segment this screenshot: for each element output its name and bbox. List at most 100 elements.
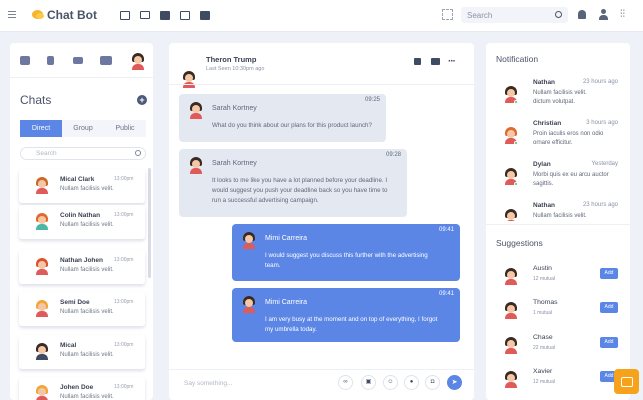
emoji-icon[interactable]: ☺ xyxy=(383,375,398,390)
notification-name: Nathan xyxy=(533,202,556,209)
notification-text: Nullam facilisis velit. dictum volutpat. xyxy=(533,90,587,105)
message-text: my umbrella today. xyxy=(265,326,317,333)
message-time: 09:41 xyxy=(438,227,454,233)
mutual-count: 12 mutual xyxy=(533,379,555,385)
menu-icon[interactable] xyxy=(8,11,16,18)
suggestion-name: Xavier xyxy=(533,368,553,375)
mutual-count: 12 mutual xyxy=(533,276,555,282)
chat-list-item[interactable]: Mical Clark Nullam facilisis velit. 13:0… xyxy=(19,169,145,203)
notification-name: Nathan xyxy=(533,79,556,86)
notification-text: Proin iaculis eros non odio ornare effici… xyxy=(533,131,604,146)
suggestion-name: Chase xyxy=(533,334,553,341)
mail-icon[interactable] xyxy=(140,11,150,19)
send-button[interactable]: ➤ xyxy=(447,375,462,390)
message-sender: Sarah Kortney xyxy=(212,160,257,167)
microphone-icon[interactable]: ● xyxy=(404,375,419,390)
chat-bubbles-icon[interactable] xyxy=(20,56,30,65)
users-icon[interactable] xyxy=(100,56,112,65)
avatar xyxy=(35,343,49,360)
link-icon[interactable]: ∞ xyxy=(338,375,353,390)
avatar xyxy=(35,385,49,400)
notification-text: Nullam facilisis velit. xyxy=(533,213,587,219)
message-text: What do you think about our plans for th… xyxy=(212,122,372,129)
search-icon[interactable] xyxy=(135,150,141,156)
message-text: would suggest you push your deadline bac… xyxy=(212,187,388,194)
chats-title: Chats xyxy=(20,93,52,107)
notification-item[interactable]: Nathan 23 hours ago Nullam facilisis vel… xyxy=(496,201,630,221)
divider xyxy=(169,84,474,85)
user-icon[interactable] xyxy=(599,9,608,20)
notification-item[interactable]: Dylan Yesterday Morbi quis ex eu arcu au… xyxy=(496,160,630,198)
suggestion-item: Thomas 1 mutual Add xyxy=(496,296,630,331)
chat-list-scrollbar[interactable] xyxy=(148,168,151,278)
video-icon[interactable] xyxy=(431,58,440,65)
add-friend-button[interactable]: Add xyxy=(600,337,618,348)
suggestion-name: Thomas xyxy=(533,299,558,306)
tab-direct[interactable]: Direct xyxy=(20,120,62,137)
tab-public[interactable]: Public xyxy=(104,120,146,137)
suggestions-title: Suggestions xyxy=(496,238,543,248)
tab-group[interactable]: Group xyxy=(62,120,104,137)
fullscreen-icon[interactable] xyxy=(442,9,453,20)
message-bubble: 09:41 Mimi Carreira I am very busy at th… xyxy=(232,288,460,342)
chat-preview: Nullam facilisis velit. xyxy=(60,309,114,315)
image-icon[interactable]: ▣ xyxy=(361,375,376,390)
divider xyxy=(486,224,630,225)
camera-icon[interactable]: ◘ xyxy=(425,375,440,390)
notification-item[interactable]: Christian 3 hours ago Proin iaculis eros… xyxy=(496,119,630,157)
message-avatar xyxy=(242,296,255,313)
add-chat-icon[interactable]: + xyxy=(137,95,147,105)
settings-sliders-icon[interactable]: ⫶⫶ xyxy=(620,9,631,20)
message-icon[interactable] xyxy=(120,11,130,20)
chat-preview: Nullam facilisis velit. xyxy=(60,394,114,400)
message-avatar xyxy=(242,232,255,249)
chat-name: Mical Clark xyxy=(60,176,95,183)
chat-name: Mical xyxy=(60,342,77,349)
message-sender: Mimi Carreira xyxy=(265,299,307,306)
search-icon[interactable] xyxy=(555,11,562,18)
chat-list-item[interactable]: Semi Doe Nullam facilisis velit. 13:00pm xyxy=(19,292,145,326)
message-bubble: 09:41 Mimi Carreira I would suggest you … xyxy=(232,224,460,281)
chat-preview: Nullam facilisis velit. xyxy=(60,352,114,358)
chat-list-item[interactable]: Mical Nullam facilisis velit. 13:00pm xyxy=(19,335,145,369)
search-input[interactable]: Search xyxy=(461,7,568,23)
phone-icon[interactable] xyxy=(47,56,54,65)
avatar xyxy=(35,258,49,275)
notification-item[interactable]: Nathan 23 hours ago Nullam facilisis vel… xyxy=(496,78,630,116)
mail-icon[interactable] xyxy=(73,57,83,64)
message-text: I am very busy at the moment and on top … xyxy=(265,316,438,323)
app-title: Chat Bot xyxy=(47,8,97,22)
message-time: 09:25 xyxy=(364,97,380,103)
chat-list-item[interactable]: Johen Doe Nullam facilisis velit. 13:00p… xyxy=(19,377,145,400)
add-friend-button[interactable]: Add xyxy=(600,302,618,313)
avatar xyxy=(504,337,518,354)
chat-time: 13:00pm xyxy=(114,176,134,182)
phone-icon[interactable] xyxy=(414,58,421,65)
more-options-icon[interactable]: ··· xyxy=(448,56,456,67)
suggestion-name: Austin xyxy=(533,265,552,272)
divider xyxy=(10,77,153,78)
message-avatar xyxy=(189,157,202,174)
message-text: run a successful advertising campaign. xyxy=(212,197,319,204)
message-avatar xyxy=(189,102,202,119)
message-time: 09:41 xyxy=(438,291,454,297)
contact-name: Theron Trump xyxy=(206,55,257,64)
contact-avatar[interactable] xyxy=(182,71,196,88)
message-text: It looks to me like you have a lot plann… xyxy=(212,177,388,184)
calendar-icon[interactable] xyxy=(180,11,190,20)
checkbox-icon[interactable] xyxy=(160,11,170,20)
chat-search-input[interactable]: Search xyxy=(20,147,146,160)
profile-avatar[interactable] xyxy=(131,53,146,70)
chat-list-item[interactable]: Nathan Johen Nullam facilisis velit. 13:… xyxy=(19,250,145,284)
notification-time: 23 hours ago xyxy=(582,202,618,208)
chat-list-item[interactable]: Colin Nathan Nullam facilisis velit. 13:… xyxy=(19,205,145,239)
star-box-icon[interactable] xyxy=(200,11,210,20)
add-friend-button[interactable]: Add xyxy=(600,268,618,279)
chat-name: Johen Doe xyxy=(60,384,94,391)
message-sender: Mimi Carreira xyxy=(265,235,307,242)
chat-support-button[interactable] xyxy=(614,369,639,394)
bell-icon[interactable] xyxy=(578,10,586,19)
message-input[interactable]: Say something... xyxy=(184,380,232,387)
chat-preview: Nullam facilisis velit. xyxy=(60,222,114,228)
mutual-count: 1 mutual xyxy=(533,310,553,316)
